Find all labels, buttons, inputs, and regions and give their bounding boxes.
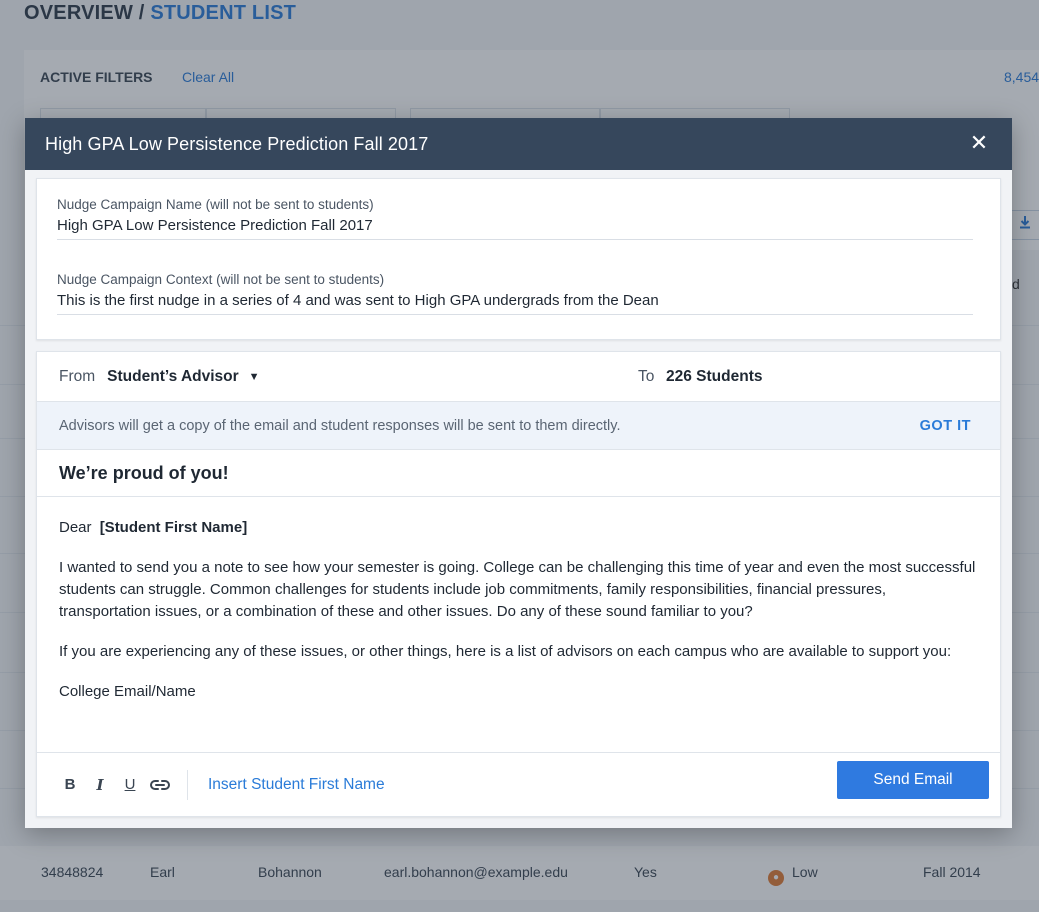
campaign-details-card: Nudge Campaign Name (will not be sent to… [36, 178, 1001, 340]
from-label: From [59, 367, 96, 385]
email-composer-card: From Student’s Advisor ▼ To 226 Students… [36, 351, 1001, 817]
to-label: To [638, 368, 655, 385]
modal-title: High GPA Low Persistence Prediction Fall… [45, 133, 429, 154]
campaign-name-field[interactable]: Nudge Campaign Name (will not be sent to… [57, 197, 973, 240]
modal-header: High GPA Low Persistence Prediction Fall… [25, 118, 1012, 170]
italic-button[interactable]: I [87, 772, 113, 798]
editor-toolbar: B I U Insert Student First Name Send Ema… [37, 752, 1000, 816]
link-icon[interactable] [147, 772, 173, 798]
advisor-notice-banner: Advisors will get a copy of the email an… [37, 402, 1000, 450]
campaign-name-label: Nudge Campaign Name (will not be sent to… [57, 197, 374, 212]
campaign-context-label: Nudge Campaign Context (will not be sent… [57, 272, 385, 287]
insert-first-name-link[interactable]: Insert Student First Name [208, 776, 385, 794]
toolbar-divider [187, 769, 188, 800]
first-name-token: [Student First Name] [99, 519, 248, 536]
salutation-line: Dear [Student First Name] [59, 517, 978, 539]
modal-body: Nudge Campaign Name (will not be sent to… [25, 170, 1012, 828]
recipient-count: 226 Students [666, 368, 763, 385]
campaign-name-input[interactable]: High GPA Low Persistence Prediction Fall… [57, 217, 973, 234]
caret-down-icon[interactable]: ▼ [249, 371, 260, 383]
message-paragraph: College Email/Name [59, 683, 196, 700]
salutation-text: Dear [59, 519, 92, 536]
message-body-editor[interactable]: Dear [Student First Name] I wanted to se… [37, 497, 1000, 741]
message-paragraph: I wanted to send you a note to see how y… [59, 559, 976, 620]
send-email-button[interactable]: Send Email [837, 761, 989, 799]
close-icon[interactable]: ✕ [968, 131, 990, 155]
underline-button[interactable]: U [117, 772, 143, 798]
notice-text: Advisors will get a copy of the email an… [59, 417, 621, 434]
from-to-row: From Student’s Advisor ▼ To 226 Students [37, 352, 1000, 402]
subject-input[interactable]: We’re proud of you! [37, 450, 1000, 497]
got-it-button[interactable]: GOT IT [920, 418, 971, 434]
message-paragraph: If you are experiencing any of these iss… [59, 643, 952, 660]
nudge-campaign-modal: High GPA Low Persistence Prediction Fall… [25, 118, 1012, 828]
campaign-context-field[interactable]: Nudge Campaign Context (will not be sent… [57, 272, 973, 315]
from-dropdown[interactable]: Student’s Advisor [107, 368, 238, 386]
campaign-context-input[interactable]: This is the first nudge in a series of 4… [57, 292, 973, 309]
bold-button[interactable]: B [57, 772, 83, 798]
